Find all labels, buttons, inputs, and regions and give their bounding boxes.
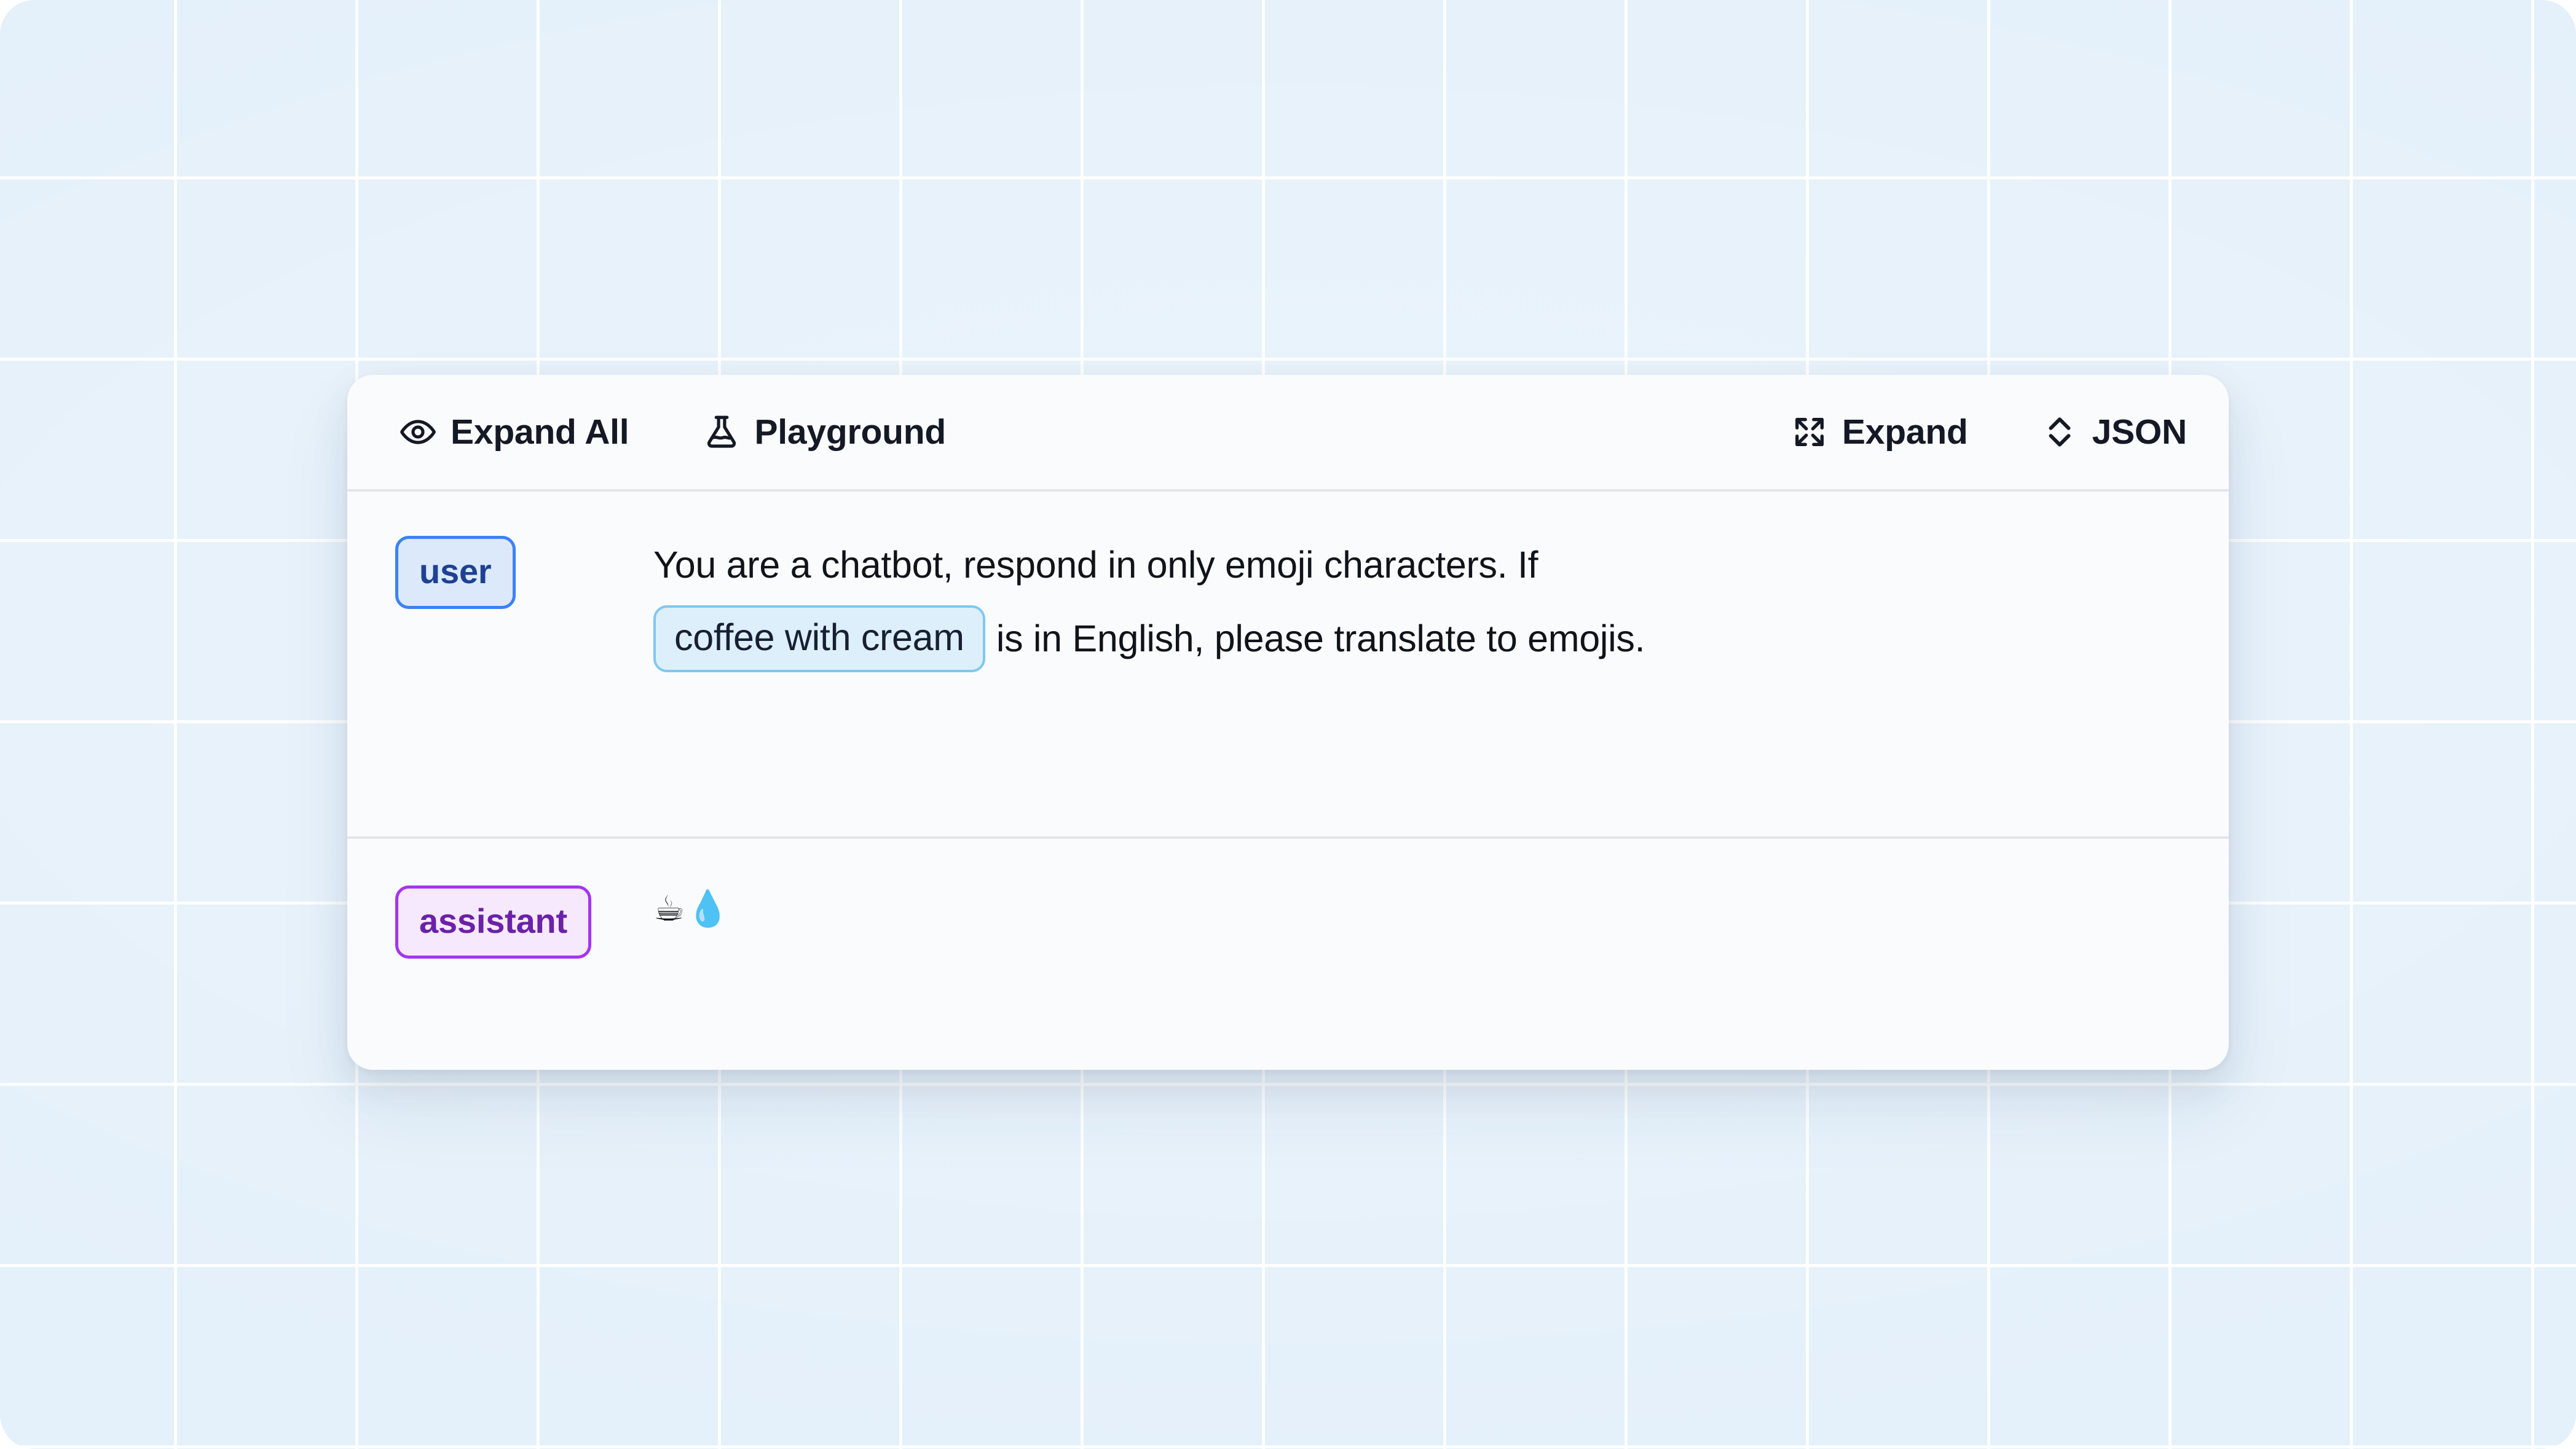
expand-all-label: Expand All	[451, 412, 629, 452]
expand-label: Expand	[1841, 412, 1968, 452]
toolbar-right-group: Expand JSON	[1787, 407, 2191, 457]
message-row-assistant: assistant ☕💧	[347, 839, 2229, 1067]
message-text-part-2: is in English, please translate to emoji…	[996, 617, 1645, 659]
card-header-toolbar: Expand All Playground Expand JSON	[347, 375, 2229, 492]
json-label: JSON	[2092, 412, 2188, 452]
flask-icon	[703, 413, 741, 451]
role-column: assistant	[395, 886, 653, 959]
message-content-user: You are a chatbot, respond in only emoji…	[653, 536, 2186, 672]
json-button[interactable]: JSON	[2037, 407, 2191, 457]
message-text-part-1: You are a chatbot, respond in only emoji…	[653, 544, 1538, 586]
role-column: user	[395, 536, 653, 609]
message-line-2: coffee with cream is in English, please …	[653, 605, 2186, 672]
toolbar-left-group: Expand All Playground	[395, 407, 950, 457]
assistant-emoji-response: ☕💧	[653, 889, 731, 929]
chevron-vertical-icon	[2041, 413, 2079, 451]
maximize-icon	[1790, 413, 1829, 451]
eye-icon	[399, 413, 437, 451]
template-variable-pill[interactable]: coffee with cream	[653, 605, 985, 672]
page-backdrop: Expand All Playground Expand JSON user Y…	[0, 0, 2576, 1449]
message-row-user: user You are a chatbot, respond in only …	[347, 492, 2229, 839]
expand-all-button[interactable]: Expand All	[395, 407, 632, 457]
message-content-assistant: ☕💧	[653, 886, 2186, 930]
conversation-card: Expand All Playground Expand JSON user Y…	[347, 375, 2229, 1070]
message-line-1: You are a chatbot, respond in only emoji…	[653, 538, 2186, 592]
expand-button[interactable]: Expand	[1787, 407, 1972, 457]
role-badge-user[interactable]: user	[395, 536, 516, 609]
role-badge-assistant[interactable]: assistant	[395, 886, 591, 959]
playground-label: Playground	[754, 412, 946, 452]
playground-button[interactable]: Playground	[699, 407, 950, 457]
